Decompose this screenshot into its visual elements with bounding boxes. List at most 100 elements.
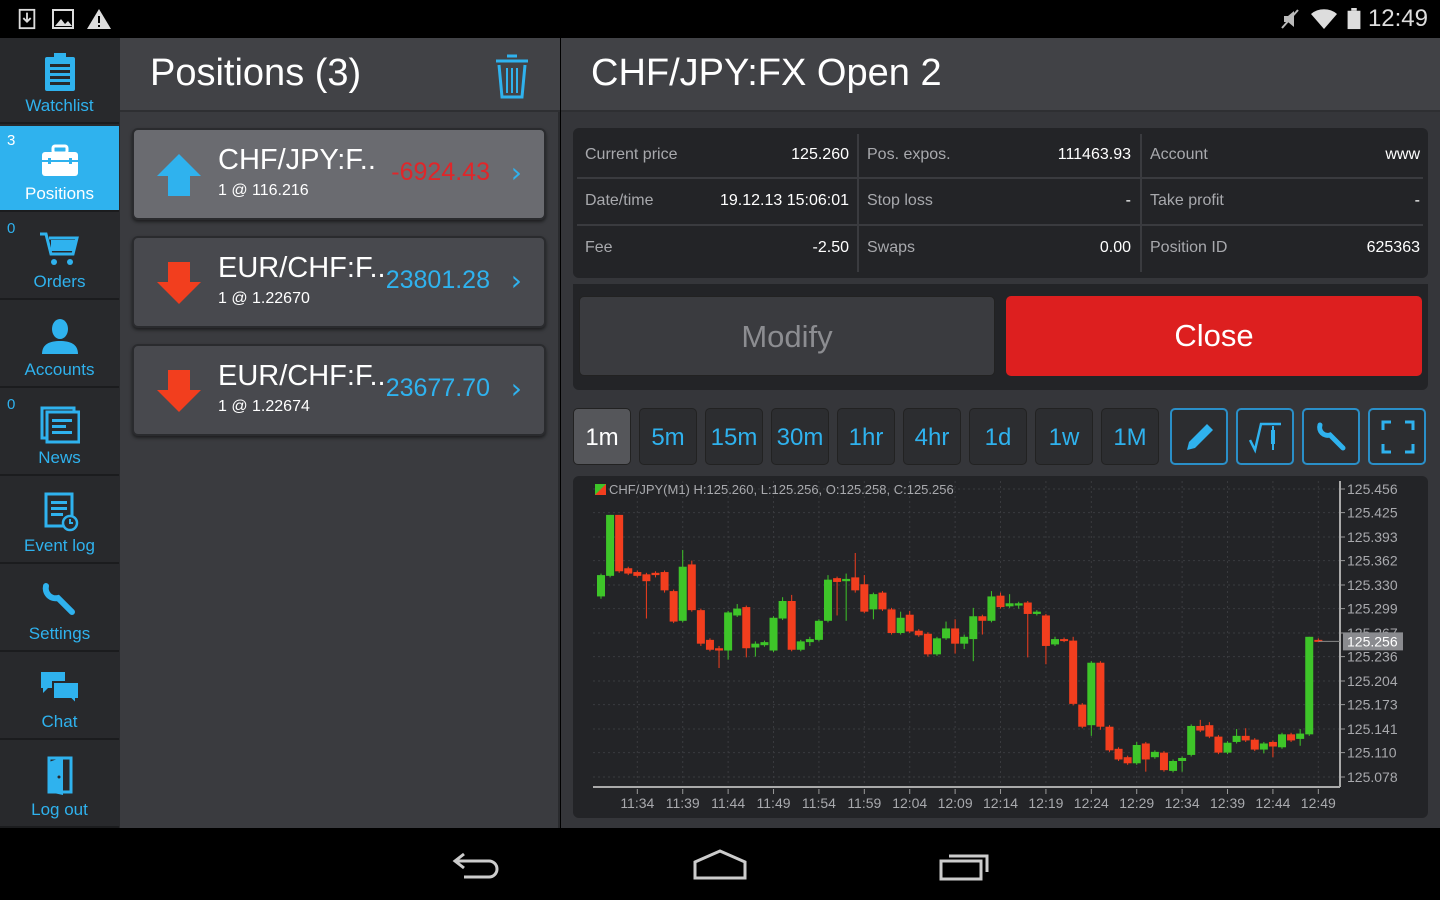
cart-icon bbox=[40, 232, 79, 265]
timeframe-1d[interactable]: 1d bbox=[969, 408, 1027, 465]
divider bbox=[1140, 134, 1142, 272]
sidebar-item-label: Accounts bbox=[24, 360, 95, 379]
candle-body bbox=[1132, 745, 1141, 764]
candle-body bbox=[769, 617, 778, 651]
field-value: 19.12.13 15:06:01 bbox=[719, 192, 849, 209]
candle-body bbox=[878, 592, 887, 610]
back-icon[interactable] bbox=[452, 850, 502, 880]
field-position-id: Position ID 625363 bbox=[1138, 225, 1428, 271]
field-value: 0.00 bbox=[1099, 239, 1131, 256]
orders-count-badge: 0 bbox=[7, 220, 16, 237]
download-icon bbox=[18, 8, 36, 30]
position-item[interactable]: EUR/CHF:F.. 1 @ 1.22670 23801.28 › bbox=[132, 236, 546, 328]
page-title: Positions (3) bbox=[150, 52, 362, 94]
indicator-icon bbox=[1249, 422, 1281, 454]
candle-body bbox=[796, 641, 805, 650]
timeframe-1M[interactable]: 1M bbox=[1101, 408, 1159, 465]
timeframe-30m[interactable]: 30m bbox=[771, 408, 829, 465]
sidebar-item-label: Log out bbox=[31, 800, 88, 819]
sidebar-item-settings[interactable]: Settings bbox=[0, 566, 119, 652]
timeframe-15m[interactable]: 15m bbox=[705, 408, 763, 465]
sidebar-item-watchlist[interactable]: Watchlist bbox=[0, 38, 119, 124]
sidebar-item-log-out[interactable]: Log out bbox=[0, 742, 119, 828]
timeframe-1w[interactable]: 1w bbox=[1035, 408, 1093, 465]
y-tick-label: 125.204 bbox=[1347, 673, 1398, 689]
modify-button[interactable]: Modify bbox=[579, 296, 995, 376]
candle-body bbox=[606, 514, 615, 576]
candle-body bbox=[696, 610, 705, 644]
x-tick-label: 12:04 bbox=[892, 795, 927, 811]
candle-body bbox=[887, 609, 896, 633]
recents-icon[interactable] bbox=[938, 848, 992, 882]
timeframe-5m[interactable]: 5m bbox=[639, 408, 697, 465]
news-count-badge: 0 bbox=[7, 396, 16, 413]
clock: 12:49 bbox=[1367, 5, 1428, 32]
candle-body bbox=[1159, 752, 1168, 771]
timeframe-1hr[interactable]: 1hr bbox=[837, 408, 895, 465]
field-label: Take profit bbox=[1150, 192, 1224, 209]
field-label: Current price bbox=[585, 146, 678, 163]
sidebar-item-news[interactable]: 0 News bbox=[0, 390, 119, 476]
candle-body bbox=[787, 601, 796, 650]
door-icon bbox=[47, 756, 73, 795]
y-tick-label: 125.173 bbox=[1347, 697, 1398, 713]
position-item[interactable]: CHF/JPY:F.. 1 @ 116.216 -6924.43 › bbox=[132, 128, 546, 220]
candle-body bbox=[1060, 639, 1069, 642]
candle-body bbox=[914, 630, 923, 636]
x-tick-label: 11:39 bbox=[666, 795, 700, 811]
close-button[interactable]: Close bbox=[1006, 296, 1422, 376]
candle-body bbox=[1223, 742, 1232, 753]
indicators-button[interactable] bbox=[1236, 408, 1294, 465]
positions-count-badge: 3 bbox=[7, 132, 16, 149]
chevron-right-icon: › bbox=[510, 156, 522, 189]
candlestick-chart[interactable]: 125.456 125.425 125.393 125.362 125.330 125.2… bbox=[573, 476, 1428, 818]
candle-body bbox=[1232, 735, 1241, 742]
x-tick-label: 11:44 bbox=[711, 795, 745, 811]
chevron-right-icon: › bbox=[510, 264, 522, 297]
newspaper-icon bbox=[40, 406, 80, 444]
candle-body bbox=[1005, 603, 1014, 607]
sidebar-item-orders[interactable]: 0 Orders bbox=[0, 214, 119, 300]
candle-body bbox=[642, 574, 651, 582]
field-stop-loss: Stop loss - bbox=[855, 178, 1139, 224]
timeframe-4hr[interactable]: 4hr bbox=[903, 408, 961, 465]
candle-body bbox=[678, 566, 687, 621]
x-tick-label: 12:24 bbox=[1074, 795, 1109, 811]
y-tick-label: 125.330 bbox=[1347, 577, 1398, 593]
sidebar-item-chat[interactable]: Chat bbox=[0, 654, 119, 740]
fullscreen-button[interactable] bbox=[1368, 408, 1426, 465]
candle-body bbox=[705, 639, 714, 650]
position-detail-panel: CHF/JPY:FX Open 2 Current price 125.260 P… bbox=[561, 38, 1440, 828]
x-tick-label: 11:54 bbox=[802, 795, 836, 811]
sidebar-item-accounts[interactable]: Accounts bbox=[0, 302, 119, 388]
price-chart[interactable]: 125.456 125.425 125.393 125.362 125.330 125.2… bbox=[573, 476, 1428, 818]
candle-body bbox=[687, 564, 696, 611]
home-icon[interactable] bbox=[692, 848, 748, 880]
divider bbox=[857, 134, 859, 272]
chart-settings-button[interactable] bbox=[1302, 408, 1360, 465]
sidebar-item-event-log[interactable]: Event log bbox=[0, 478, 119, 564]
position-symbol: EUR/CHF:F.. bbox=[218, 252, 386, 284]
profit-loss: 23801.28 bbox=[385, 266, 490, 294]
mute-icon bbox=[1281, 9, 1299, 29]
timeframe-1m[interactable]: 1m bbox=[573, 408, 631, 465]
y-tick-label: 125.299 bbox=[1347, 601, 1398, 617]
sidebar-item-label: Event log bbox=[24, 536, 95, 555]
field-label: Position ID bbox=[1150, 239, 1228, 256]
x-tick-label: 12:29 bbox=[1119, 795, 1154, 811]
position-item[interactable]: EUR/CHF:F.. 1 @ 1.22674 23677.70 › bbox=[132, 344, 546, 436]
y-tick-label: 125.456 bbox=[1347, 481, 1398, 497]
candle-body bbox=[1241, 735, 1250, 741]
candle-body bbox=[978, 616, 987, 621]
x-tick-label: 12:39 bbox=[1210, 795, 1245, 811]
draw-button[interactable] bbox=[1170, 408, 1228, 465]
candle-body bbox=[597, 575, 605, 597]
sidebar-item-positions[interactable]: 3 Positions bbox=[0, 126, 119, 212]
candle-body bbox=[932, 638, 941, 655]
trash-icon[interactable] bbox=[494, 52, 530, 100]
candle-body bbox=[1023, 602, 1032, 614]
candle-body bbox=[851, 577, 860, 591]
x-tick-label: 12:19 bbox=[1028, 795, 1063, 811]
position-size-price: 1 @ 1.22670 bbox=[218, 290, 310, 307]
candle-body bbox=[1078, 704, 1087, 727]
